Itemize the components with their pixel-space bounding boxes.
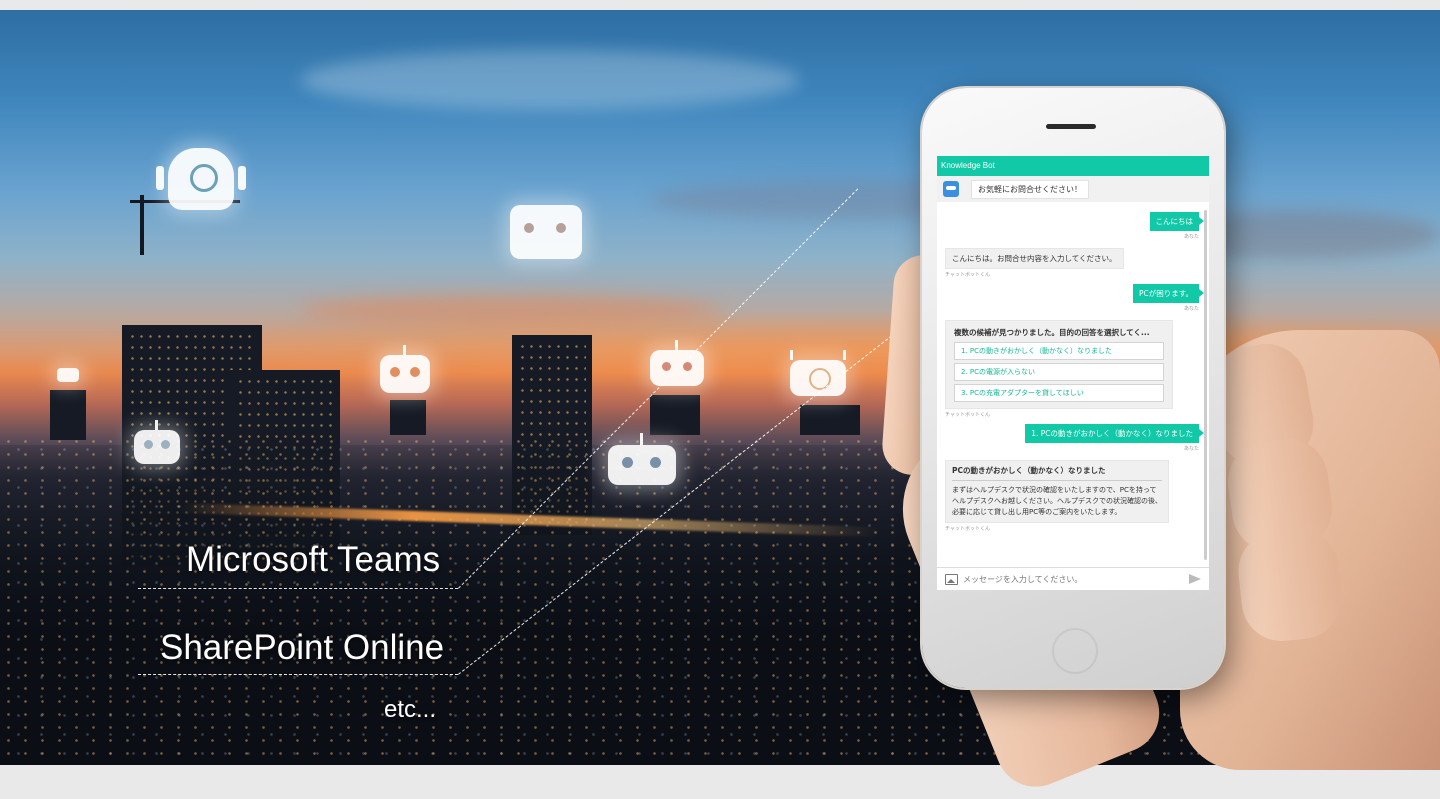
phone-speaker	[1046, 124, 1096, 129]
chat-app-screen: Knowledge Bot お気軽にお問合せください！ こんにちは あなた こん…	[937, 156, 1209, 590]
user-message: PCが困ります。	[1132, 284, 1205, 303]
app-title-bar: Knowledge Bot	[937, 156, 1209, 176]
greeting-row: お気軽にお問合せください！	[937, 176, 1209, 202]
robot-icon	[57, 368, 79, 382]
robot-icon	[510, 205, 582, 259]
answer-option[interactable]: 1. PCの動きがおかしく（動かなく）なりました	[954, 342, 1164, 360]
robot-icon	[608, 433, 676, 485]
caption-sharepoint-online: SharePoint Online	[160, 628, 445, 667]
phone-home-button	[1052, 628, 1098, 674]
teams-underline	[138, 588, 458, 589]
robot-icon	[156, 148, 246, 210]
robot-icon	[134, 420, 180, 464]
message-input[interactable]	[963, 571, 1173, 587]
bot-message: こんにちは。お問合せ内容を入力してください。	[945, 248, 1124, 269]
user-message: こんにちは	[1149, 212, 1204, 231]
answer-body: まずはヘルプデスクで状況の確認をいたしますので、PCを持ってヘルプデスクへお越し…	[952, 486, 1162, 516]
bot-candidates-card: 複数の候補が見つかりました。目的の回答を選択してく... 1. PCの動きがおか…	[945, 320, 1173, 409]
user-message: 1. PCの動きがおかしく（動かなく）なりました	[1025, 424, 1204, 443]
sender-label: チャットボットくん	[945, 272, 990, 278]
message-input-bar	[937, 567, 1209, 590]
image-icon[interactable]	[945, 574, 958, 585]
sender-label: チャットボットくん	[945, 526, 990, 532]
caption-etc: etc...	[384, 696, 437, 723]
robot-icon	[380, 345, 430, 393]
sender-label: あなた	[1183, 234, 1199, 240]
smartphone: Knowledge Bot お気軽にお問合せください！ こんにちは あなた こん…	[922, 88, 1224, 688]
sender-label: チャットボットくん	[945, 412, 990, 418]
hand-finger	[1234, 525, 1346, 645]
answer-option[interactable]: 2. PCの電源が入らない	[954, 363, 1164, 381]
send-icon[interactable]	[1189, 574, 1201, 584]
bot-avatar-icon	[943, 181, 959, 197]
sender-label: あなた	[1183, 446, 1199, 452]
greeting-message: お気軽にお問合せください！	[971, 180, 1089, 199]
sender-label: あなた	[1183, 306, 1199, 312]
sharepoint-underline	[138, 674, 458, 675]
answer-title: PCの動きがおかしく（動かなく）なりました	[952, 465, 1162, 481]
bot-answer-card: PCの動きがおかしく（動かなく）なりました まずはヘルプデスクで状況の確認をいた…	[945, 460, 1169, 523]
chat-log: こんにちは あなた こんにちは。お問合せ内容を入力してください。 チャットボット…	[937, 202, 1209, 532]
candidates-title: 複数の候補が見つかりました。目的の回答を選択してく...	[954, 328, 1150, 337]
caption-microsoft-teams: Microsoft Teams	[186, 540, 441, 579]
answer-option[interactable]: 3. PCの充電アダプターを貸してほしい	[954, 384, 1164, 402]
chat-scrollbar[interactable]	[1204, 210, 1207, 560]
